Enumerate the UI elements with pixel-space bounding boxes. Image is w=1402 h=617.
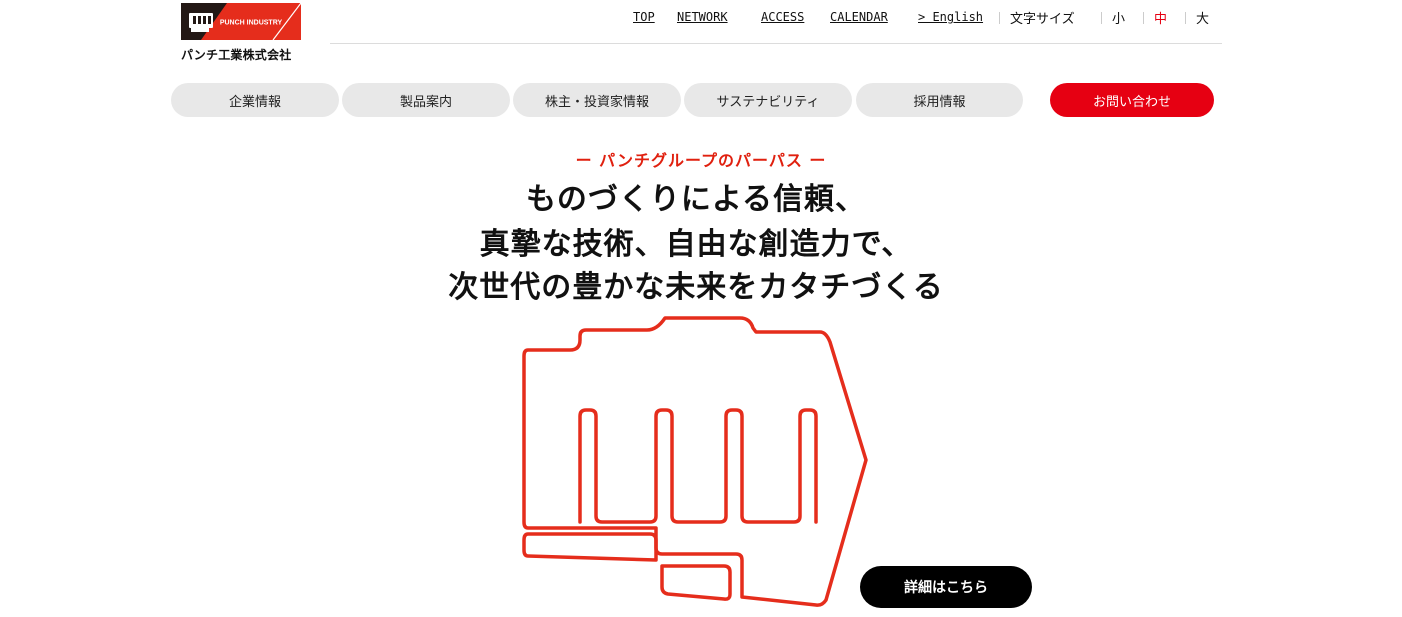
divider — [1143, 12, 1144, 24]
nav-item-company[interactable]: 企業情報 — [171, 83, 339, 117]
nav-item-products[interactable]: 製品案内 — [342, 83, 510, 117]
top-nav-top[interactable]: TOP — [633, 10, 655, 24]
headline-line-2: 真摯な技術、自由な創造力で、 — [479, 227, 913, 262]
font-size-large[interactable]: 大 — [1196, 8, 1209, 27]
divider — [1101, 12, 1102, 24]
purpose-label: ー パンチグループのパーパス ー — [575, 151, 827, 170]
font-size-label: 文字サイズ — [1010, 12, 1075, 27]
top-nav-english[interactable]: > English — [918, 10, 983, 24]
headline-line-3: 次世代の豊かな未来をカタチづくる — [448, 270, 944, 305]
top-nav-access[interactable]: ACCESS — [761, 10, 804, 24]
company-logo[interactable]: PUNCH INDUSTRY パンチ工業株式会社 — [181, 3, 303, 62]
top-nav-calendar[interactable]: CALENDAR — [830, 10, 888, 24]
divider — [999, 12, 1000, 24]
punch-industry-logo-mark: PUNCH INDUSTRY — [181, 3, 301, 40]
font-size-small[interactable]: 小 — [1112, 8, 1125, 27]
svg-text:PUNCH INDUSTRY: PUNCH INDUSTRY — [220, 20, 283, 27]
fist-illustration — [522, 316, 868, 607]
nav-item-recruit[interactable]: 採用情報 — [856, 83, 1023, 117]
header-divider — [330, 43, 1222, 44]
company-name: パンチ工業株式会社 — [181, 48, 292, 62]
detail-button[interactable]: 詳細はこちら — [860, 566, 1032, 608]
nav-item-sustainability[interactable]: サステナビリティ — [684, 83, 852, 117]
font-size-medium[interactable]: 中 — [1154, 8, 1167, 27]
top-nav-network[interactable]: NETWORK — [677, 10, 728, 24]
nav-item-investors[interactable]: 株主・投資家情報 — [513, 83, 681, 117]
headline-line-1: ものづくりによる信頼、 — [525, 182, 867, 217]
divider — [1185, 12, 1186, 24]
contact-button[interactable]: お問い合わせ — [1050, 83, 1214, 117]
